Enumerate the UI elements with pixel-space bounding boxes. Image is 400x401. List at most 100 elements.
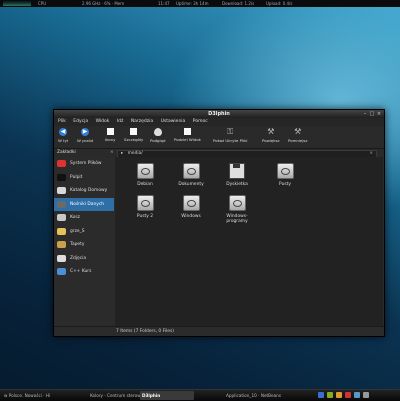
- place-item[interactable]: Katalog Domowy: [54, 184, 114, 198]
- place-item[interactable]: Pulpit: [54, 171, 114, 185]
- file-item[interactable]: Pusty 2: [125, 195, 165, 219]
- menu-go[interactable]: Idź: [117, 119, 124, 124]
- close-button[interactable]: ×: [376, 111, 382, 117]
- toolbar: ◀ W tył ▶ W przód Ikony Szczegóły Podglą…: [54, 126, 384, 149]
- window-titlebar[interactable]: D3lphin – □ ×: [54, 110, 384, 118]
- trash-icon: [57, 214, 66, 221]
- file-item[interactable]: Pusty: [265, 163, 305, 187]
- file-item[interactable]: Windows: [171, 195, 211, 219]
- place-item[interactable]: C++ Kurs: [54, 265, 114, 279]
- photos-folder-icon: [57, 254, 66, 262]
- file-item-label: Dyskietka: [226, 182, 248, 187]
- hard-drive-icon: [136, 195, 154, 211]
- place-label: C++ Kurs: [70, 269, 92, 274]
- tray-app-icon[interactable]: [327, 392, 333, 398]
- menu-help[interactable]: Pomoc: [193, 119, 208, 124]
- tray-app-icon[interactable]: [363, 392, 369, 398]
- menu-file[interactable]: Plik: [58, 119, 66, 124]
- place-label: System Plików: [70, 161, 102, 166]
- hard-drive-icon: [136, 163, 154, 179]
- tray-app-icon[interactable]: [345, 392, 351, 398]
- show-hidden-label: Pokaż Ukryte Pliki: [213, 138, 248, 143]
- place-label: Katalog Domowy: [70, 188, 108, 193]
- maximize-button[interactable]: □: [369, 111, 375, 117]
- place-item[interactable]: Nośniki Danych: [54, 197, 114, 211]
- zoom-in-icon: ⚒: [267, 127, 275, 136]
- split-view-button[interactable]: Podziel Widok: [174, 128, 201, 142]
- hard-drive-icon: [228, 195, 246, 211]
- filesystem-icon: [57, 160, 66, 167]
- menu-edit[interactable]: Edycja: [73, 119, 88, 124]
- file-item[interactable]: Debian: [125, 163, 165, 187]
- hard-drive-icon: [276, 163, 294, 179]
- zoom-in-button[interactable]: ⚒ Powiększ: [262, 127, 280, 144]
- menu-view[interactable]: Widok: [96, 119, 110, 124]
- floppy-drive-icon: [229, 163, 245, 179]
- details-view-button[interactable]: Szczegóły: [124, 128, 143, 142]
- hard-drive-icon: [182, 163, 200, 179]
- place-item[interactable]: Kosz: [54, 211, 114, 225]
- split-view-icon: [183, 128, 191, 135]
- folder-icon: ▸: [121, 151, 124, 156]
- place-label: Tapety: [70, 242, 85, 247]
- top-panel: CPU 2.96 GHz · 6% · Mem 11:47 Uptime: 3h…: [0, 0, 400, 7]
- location-path: media/: [127, 151, 143, 156]
- icons-view-label: Ikony: [105, 137, 116, 142]
- file-item[interactable]: Windows-programy: [217, 195, 257, 224]
- minimize-button[interactable]: –: [362, 111, 368, 117]
- dolphin-window: D3lphin – □ × Plik Edycja Widok Idź Narz…: [53, 109, 385, 337]
- icons-view-button[interactable]: Ikony: [105, 128, 115, 142]
- zoom-in-label: Powiększ: [262, 138, 280, 143]
- place-label: Pulpit: [70, 174, 83, 180]
- back-arrow-icon: ◀: [59, 128, 68, 136]
- file-item[interactable]: Dokumenty: [171, 163, 211, 187]
- details-view-label: Szczegóły: [124, 137, 144, 142]
- places-panel-title: Zakładki: [57, 150, 76, 155]
- desktop-icon: [57, 173, 66, 181]
- place-label: Kosz: [70, 215, 80, 220]
- mem-readout: 2.96 GHz · 6% · Mem: [82, 1, 125, 6]
- places-close-button[interactable]: ×: [110, 149, 114, 157]
- back-button[interactable]: ◀ W tył: [58, 128, 68, 143]
- preview-icon: [153, 128, 162, 136]
- task-button[interactable]: Application_10 · NetBeans: [224, 391, 306, 400]
- status-bar: 7 Items (7 Folders, 0 Files): [54, 326, 384, 336]
- upload-readout: Upload: 0.4/s: [266, 1, 293, 6]
- icons-view-icon: [106, 128, 114, 135]
- task-button[interactable]: w Polsce. Nowości · Hi: [2, 391, 88, 400]
- wallpaper-folder-icon: [57, 241, 66, 248]
- place-item[interactable]: grze_S: [54, 225, 114, 239]
- task-button-active[interactable]: D3lphin: [140, 391, 194, 400]
- place-item[interactable]: System Plików: [54, 157, 114, 171]
- network-folder-icon: [57, 268, 66, 275]
- place-item[interactable]: Tapety: [54, 238, 114, 252]
- menu-tools[interactable]: Narzędzia: [131, 119, 153, 124]
- file-item-label: Windows-programy: [226, 214, 248, 224]
- place-item[interactable]: Zdjęcia: [54, 252, 114, 266]
- tray-app-icon[interactable]: [318, 392, 324, 398]
- file-view[interactable]: Debian Dokumenty Dyskietka Pusty Pusty 2 Wind…: [115, 157, 383, 327]
- clock[interactable]: 11:47: [158, 0, 170, 7]
- show-hidden-button[interactable]: ⚿ Pokaż Ukryte Pliki: [213, 128, 248, 144]
- zoom-out-button[interactable]: ⚒ Pomniejsz: [288, 127, 307, 144]
- file-item-label: Pusty: [279, 182, 291, 187]
- forward-button[interactable]: ▶ W przód: [77, 128, 93, 143]
- menu-settings[interactable]: Ustawienia: [161, 119, 186, 124]
- preview-button[interactable]: Podgląd: [150, 128, 165, 143]
- uptime-readout: Uptime: 3h 14m: [176, 1, 209, 6]
- menubar: Plik Edycja Widok Idź Narzędzia Ustawien…: [54, 118, 384, 126]
- cpu-label: CPU: [38, 1, 47, 6]
- tray-app-icon[interactable]: [354, 392, 360, 398]
- task-button[interactable]: Kolory · Centrum sterowa: [88, 391, 140, 400]
- zoom-out-icon: ⚒: [294, 127, 302, 136]
- place-label: Nośniki Danych: [70, 201, 105, 207]
- taskbar: w Polsce. Nowości · Hi Kolory · Centrum …: [0, 389, 400, 401]
- tray-app-icon[interactable]: [336, 392, 342, 398]
- file-item[interactable]: Dyskietka: [217, 163, 257, 187]
- status-text: 7 Items (7 Folders, 0 Files): [116, 329, 174, 334]
- download-readout: Download: 1.2/s: [222, 1, 255, 6]
- file-item-label: Dokumenty: [178, 182, 204, 187]
- home-folder-icon: [57, 187, 66, 194]
- forward-label: W przód: [77, 138, 94, 143]
- back-label: W tył: [58, 138, 69, 143]
